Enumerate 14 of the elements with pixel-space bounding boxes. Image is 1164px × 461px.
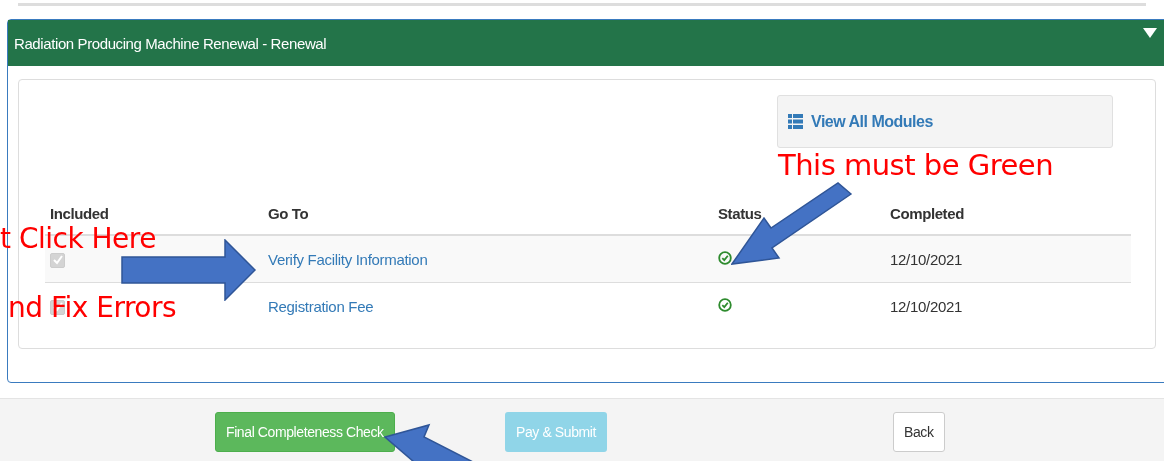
collapse-triangle-icon[interactable]: [1143, 28, 1157, 38]
list-icon: [788, 114, 803, 129]
view-all-modules-button[interactable]: View All Modules: [777, 95, 1113, 148]
panel-title: Radiation Producing Machine Renewal - Renewal: [14, 34, 327, 52]
column-header: Go To: [268, 205, 309, 222]
column-header: Status: [718, 205, 762, 222]
column-header: Included: [50, 205, 109, 222]
annotation-text: This must be Green: [778, 148, 1054, 182]
annotation-text: nd Fix Errors: [8, 291, 177, 324]
column-header: Completed: [890, 205, 964, 222]
completed-date: 12/10/2021: [890, 297, 963, 315]
action-button[interactable]: Back: [893, 412, 945, 452]
completed-date: 12/10/2021: [890, 250, 963, 268]
action-button[interactable]: Final Completeness Check: [215, 412, 395, 452]
